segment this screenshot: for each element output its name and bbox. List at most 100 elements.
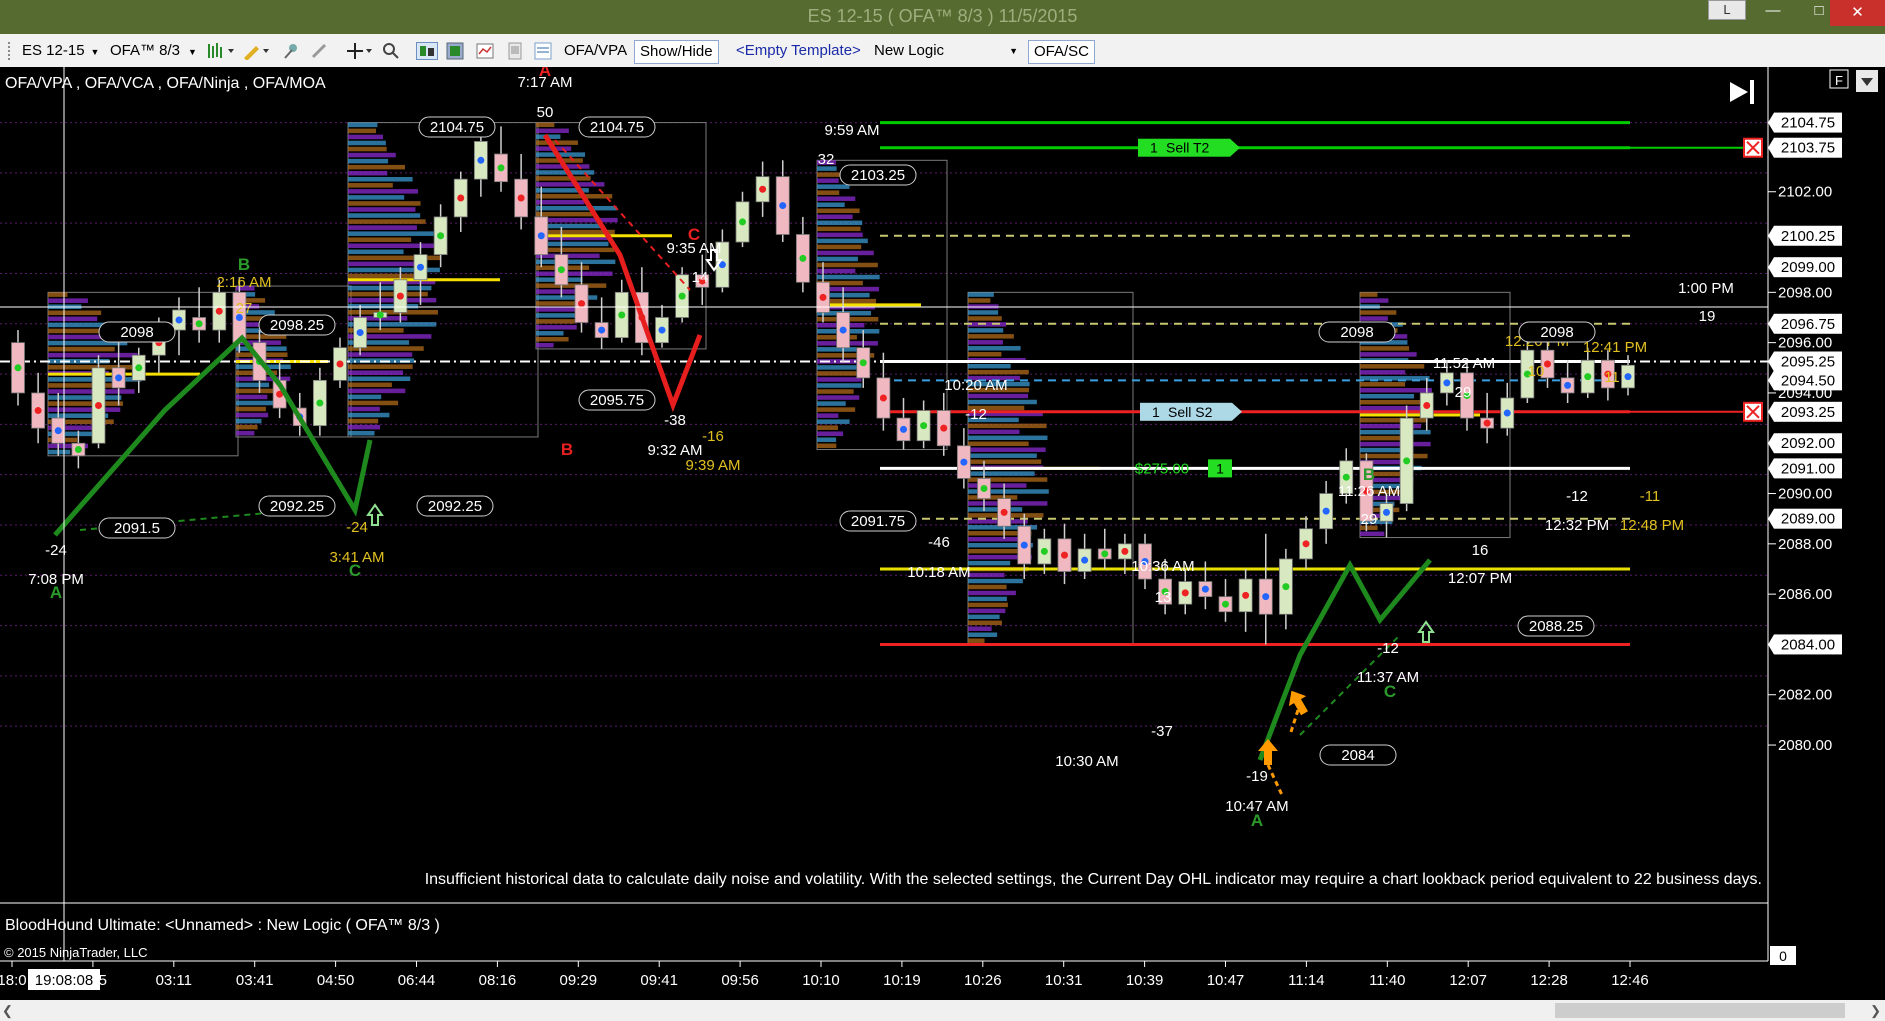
chart-annotation: -12 bbox=[1566, 488, 1588, 505]
profile-bar bbox=[817, 425, 838, 430]
chart-toolbar: ES 12-15 ▼ OFA™ 8/3 ▼ OFA/VPA Show/Hide <E… bbox=[0, 34, 1885, 68]
profile-bar bbox=[817, 208, 860, 214]
profile-bar bbox=[817, 377, 862, 382]
profile-bar bbox=[348, 158, 389, 164]
profile-bar bbox=[536, 194, 613, 199]
profile-bar bbox=[817, 214, 853, 220]
profile-bar bbox=[968, 369, 1029, 375]
template-selector[interactable]: <Empty Template> bbox=[736, 40, 861, 62]
profile-bar bbox=[817, 172, 843, 177]
profile-bar bbox=[348, 382, 392, 388]
order-flow-dot bbox=[497, 164, 505, 172]
price-tick-label: 2088.00 bbox=[1778, 536, 1832, 553]
profile-bar bbox=[348, 152, 396, 158]
window-icon[interactable] bbox=[506, 42, 524, 60]
order-flow-dot bbox=[1342, 473, 1350, 481]
time-tick-label: 12:07 bbox=[1449, 972, 1487, 989]
chart-annotation: -37 bbox=[1151, 723, 1173, 740]
time-tick-label: 10:39 bbox=[1126, 972, 1164, 989]
profile-bar bbox=[968, 328, 1004, 333]
scroll-thumb[interactable] bbox=[1555, 1003, 1845, 1018]
horizontal-scrollbar[interactable]: ❮ ❯ bbox=[0, 1000, 1885, 1021]
price-chart[interactable]: 1 Sell T21 Sell S21$275.00 7:17 AM50A2104.… bbox=[0, 67, 1885, 1021]
order-flow-dot bbox=[457, 194, 465, 202]
chart-annotation: 50 bbox=[537, 104, 554, 121]
price-badge-label: 2084.00 bbox=[1781, 636, 1835, 653]
close-button[interactable]: ✕ bbox=[1830, 0, 1885, 26]
toolbar-grip bbox=[8, 42, 13, 60]
time-tick-label: 10:47 bbox=[1207, 972, 1245, 989]
order-flow-dot bbox=[517, 194, 525, 202]
time-tick-label: 04:50 bbox=[317, 972, 355, 989]
order-quantity: 1 bbox=[1150, 140, 1158, 156]
price-level-label: 2092.25 bbox=[270, 498, 324, 515]
crosshair-icon[interactable] bbox=[346, 42, 374, 60]
order-flow-dot bbox=[316, 399, 324, 407]
profile-bar bbox=[968, 393, 1029, 399]
bar-chart-icon[interactable] bbox=[206, 42, 236, 60]
profile-bar bbox=[348, 285, 432, 291]
chart-trader-icon[interactable] bbox=[476, 42, 494, 60]
tool-icon[interactable] bbox=[310, 42, 328, 60]
order-flow-dot bbox=[1322, 507, 1330, 515]
minimize-button[interactable]: — bbox=[1750, 0, 1796, 24]
profile-bar bbox=[536, 128, 569, 133]
profile-bar bbox=[536, 331, 564, 336]
properties-icon[interactable] bbox=[416, 42, 438, 60]
price-badge-label: 2091.00 bbox=[1781, 460, 1835, 477]
profile-bar bbox=[968, 316, 1002, 321]
profile-bar bbox=[348, 309, 438, 315]
profile-bar bbox=[968, 352, 1002, 357]
chart-annotation: 10:30 AM bbox=[1055, 753, 1118, 770]
profile-bar bbox=[236, 394, 268, 400]
position-marker[interactable]: 1 $275.00 bbox=[1135, 459, 1232, 478]
zoom-icon[interactable] bbox=[382, 42, 400, 60]
order-flow-dot bbox=[376, 311, 384, 319]
show-hide-button[interactable]: Show/Hide bbox=[634, 40, 719, 64]
profile-bar bbox=[536, 217, 618, 223]
price-tick-label: 2082.00 bbox=[1778, 687, 1832, 704]
order-flow-dot bbox=[678, 292, 686, 300]
ofa-vpa-button[interactable]: OFA/VPA bbox=[564, 40, 627, 62]
profile-bar bbox=[48, 316, 98, 322]
crosshair-time-badge: 19:08:08 bbox=[28, 969, 100, 990]
profile-bar bbox=[536, 205, 617, 211]
order-flow-dot bbox=[437, 232, 445, 240]
profile-bar bbox=[1360, 447, 1404, 453]
profile-bar bbox=[348, 225, 417, 230]
profile-bar bbox=[348, 195, 405, 200]
profile-bar bbox=[536, 319, 575, 324]
profile-bar bbox=[817, 383, 862, 388]
order-label: Sell T2 bbox=[1166, 140, 1210, 156]
order-flow-dot bbox=[1040, 547, 1048, 555]
pin-icon[interactable] bbox=[282, 42, 300, 60]
order-flow-dot bbox=[960, 458, 968, 466]
profile-bar bbox=[348, 183, 393, 188]
price-level-label: 2104.75 bbox=[590, 119, 644, 136]
order-flow-dot bbox=[557, 266, 565, 274]
pencil-icon[interactable] bbox=[242, 42, 272, 60]
profile-bar bbox=[348, 418, 379, 424]
price-badge-label: 2095.25 bbox=[1781, 354, 1835, 371]
order-flow-dot bbox=[1061, 551, 1068, 559]
window-extra-button[interactable]: L bbox=[1708, 0, 1746, 20]
chevron-down-icon[interactable] bbox=[1856, 70, 1878, 92]
logic-selector[interactable]: New Logic ▼ bbox=[874, 40, 1020, 62]
price-level-label: 2098.25 bbox=[270, 317, 324, 334]
profile-bar bbox=[1360, 298, 1389, 303]
price-tick-label: 2102.00 bbox=[1778, 184, 1832, 201]
f-button[interactable]: F bbox=[1829, 69, 1849, 89]
scroll-right-arrow[interactable]: ❯ bbox=[1870, 1003, 1881, 1019]
profile-bar bbox=[968, 447, 1046, 452]
profile-bar bbox=[348, 122, 378, 128]
data-box-icon[interactable] bbox=[446, 42, 464, 60]
ofa-sc-button[interactable]: OFA/SC bbox=[1028, 40, 1096, 64]
scroll-left-arrow[interactable]: ❮ bbox=[2, 1003, 13, 1019]
instrument-selector[interactable]: ES 12-15 ▼ bbox=[22, 40, 99, 62]
price-badge-label: 2093.25 bbox=[1781, 404, 1835, 421]
order-flow-dot bbox=[1000, 508, 1008, 516]
order-quantity: 1 bbox=[1152, 404, 1160, 420]
period-selector[interactable]: OFA™ 8/3 ▼ bbox=[110, 40, 197, 62]
chart-annotation: -12 bbox=[965, 406, 987, 423]
template-icon[interactable] bbox=[534, 42, 552, 60]
